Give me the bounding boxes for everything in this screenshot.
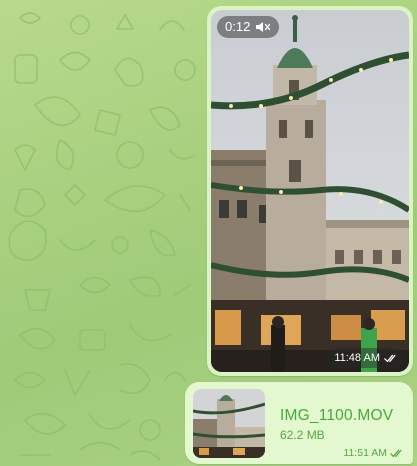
video-timestamp: 11:48 AM: [327, 348, 405, 368]
file-name[interactable]: IMG_1100.MOV: [280, 407, 393, 425]
video-duration: 0:12: [225, 19, 251, 34]
file-time: 11:51 AM: [343, 447, 387, 459]
video-message[interactable]: 0:12 11:48 AM: [207, 6, 413, 376]
double-check-icon: [384, 354, 398, 363]
video-thumbnail[interactable]: [211, 10, 409, 372]
double-check-icon: [390, 449, 404, 458]
file-timestamp: 11:51 AM: [343, 447, 404, 459]
file-thumbnail[interactable]: [193, 389, 265, 458]
file-message[interactable]: IMG_1100.MOV 62.2 MB 11:51 AM: [185, 382, 413, 464]
muted-speaker-icon[interactable]: [255, 20, 271, 34]
video-time: 11:48 AM: [334, 352, 380, 364]
file-size: 62.2 MB: [280, 428, 325, 442]
video-duration-badge: 0:12: [217, 16, 280, 38]
